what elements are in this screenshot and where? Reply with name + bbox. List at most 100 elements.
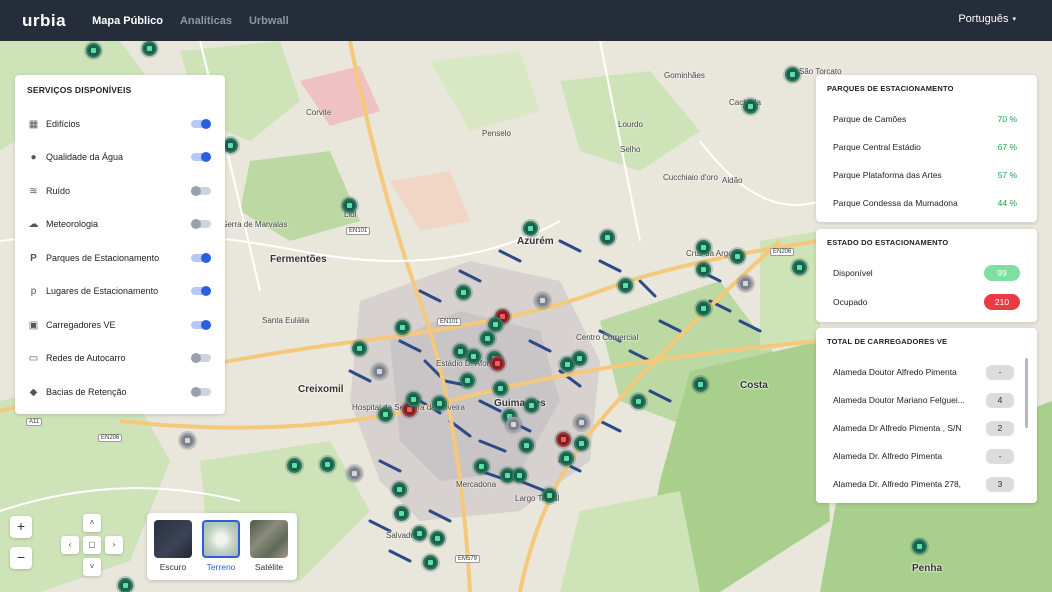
toggle-bacias[interactable] [191,387,211,397]
map-marker[interactable] [730,249,745,264]
service-row-edificios[interactable]: ▦ Edifícios [15,114,225,134]
charger-name: Alameda Doutor Mariano Felguei... [833,395,965,405]
basin-icon: ◆ [29,386,38,398]
service-row-agua[interactable]: ● Qualidade da Água [15,147,225,167]
status-title: ESTADO DO ESTACIONAMENTO [827,238,949,247]
map-marker[interactable] [347,466,362,481]
parking-row[interactable]: Parque Central Estádio 67 % [816,138,1037,156]
map-marker[interactable] [600,230,615,245]
map-marker[interactable] [342,198,357,213]
service-row-meteorologia[interactable]: ☁ Meteorologia [15,214,225,234]
urbia-logo[interactable]: urbia [22,11,66,31]
toggle-lugares[interactable] [191,286,211,296]
map-marker[interactable] [423,555,438,570]
map-marker[interactable] [618,278,633,293]
map-marker[interactable] [535,293,550,308]
pan-down-button[interactable]: ˅ [83,558,101,576]
map-marker[interactable] [466,349,481,364]
map-marker[interactable] [412,526,427,541]
map-marker[interactable] [512,468,527,483]
map-marker[interactable] [395,320,410,335]
charger-row[interactable]: Alameda Doutor Alfredo Pimenta - [816,363,1037,381]
map-marker[interactable] [142,41,157,56]
map-marker[interactable] [743,99,758,114]
layer-option-satelite[interactable]: Satélite [249,520,289,572]
parking-row[interactable]: Parque Condessa da Mumadona 44 % [816,194,1037,212]
zoom-in-button[interactable]: + [10,516,32,538]
parking-row[interactable]: Parque de Camões 70 % [816,110,1037,128]
map-marker[interactable] [506,417,521,432]
map-marker[interactable] [792,260,807,275]
map-marker[interactable] [372,364,387,379]
map-marker[interactable] [738,276,753,291]
map-marker[interactable] [86,43,101,58]
service-row-bacias[interactable]: ◆ Bacias de Retenção [15,382,225,402]
nav-analiticas[interactable]: Analíticas [180,15,232,27]
map-marker[interactable] [180,433,195,448]
status-row-ocupado: Ocupado 210 [816,293,1037,311]
parking-row[interactable]: Parque Plataforma das Artes 57 % [816,166,1037,184]
language-selector[interactable]: Português ▾ [958,13,1016,25]
service-row-autocarro[interactable]: ▭ Redes de Autocarro [15,348,225,368]
map-marker[interactable] [118,578,133,592]
service-row-ruido[interactable]: ≋ Ruído [15,181,225,201]
map-marker[interactable] [392,482,407,497]
map-marker[interactable] [696,240,711,255]
layer-option-terreno[interactable]: Terreno [201,520,241,572]
pan-left-button[interactable]: ‹ [61,536,79,554]
chargers-scrollbar[interactable] [1025,358,1028,428]
map-marker[interactable] [912,539,927,554]
map-marker[interactable] [320,457,335,472]
map-marker[interactable] [631,394,646,409]
map-marker[interactable] [519,438,534,453]
map-marker[interactable] [394,506,409,521]
nav-mapa-publico[interactable]: Mapa Público [92,15,163,27]
map-marker[interactable] [488,317,503,332]
layer-option-escuro[interactable]: Escuro [153,520,193,572]
service-row-lugares[interactable]: p Lugares de Estacionamento [15,281,225,301]
zoom-out-button[interactable]: − [10,547,32,569]
map-marker[interactable] [223,138,238,153]
map-marker[interactable] [574,436,589,451]
map-marker[interactable] [456,285,471,300]
map-marker[interactable] [493,381,508,396]
nav-urbwall[interactable]: Urbwall [249,15,289,27]
map-marker[interactable] [406,392,421,407]
map-marker[interactable] [785,67,800,82]
map-marker[interactable] [287,458,302,473]
pan-up-button[interactable]: ˄ [83,514,101,532]
toggle-carregadores[interactable] [191,320,211,330]
map-marker[interactable] [523,221,538,236]
map-marker[interactable] [574,415,589,430]
toggle-parques[interactable] [191,253,211,263]
map-marker[interactable] [693,377,708,392]
map-marker[interactable] [474,459,489,474]
map-marker[interactable] [696,301,711,316]
map-marker[interactable] [560,357,575,372]
toggle-ruido[interactable] [191,186,211,196]
recenter-map-icon[interactable]: ▢ [83,536,101,554]
map-marker[interactable] [556,432,571,447]
map-marker[interactable] [524,398,539,413]
charger-row[interactable]: Alameda Dr. Alfredo Pimenta 278, 3 [816,475,1037,493]
map-marker[interactable] [490,356,505,371]
map-marker[interactable] [542,488,557,503]
toggle-agua[interactable] [191,152,211,162]
service-row-carregadores[interactable]: ▣ Carregadores VE [15,315,225,335]
map-marker[interactable] [352,341,367,356]
map-marker[interactable] [480,331,495,346]
pan-right-button[interactable]: › [105,536,123,554]
toggle-meteorologia[interactable] [191,219,211,229]
map-marker[interactable] [378,407,393,422]
map-marker[interactable] [559,451,574,466]
map-marker[interactable] [432,396,447,411]
charger-row[interactable]: Alameda Dr Alfredo Pimenta , S/N 2 [816,419,1037,437]
service-row-parques[interactable]: P Parques de Estacionamento [15,248,225,268]
map-marker[interactable] [430,531,445,546]
map-marker[interactable] [696,262,711,277]
toggle-autocarro[interactable] [191,353,211,363]
charger-row[interactable]: Alameda Doutor Mariano Felguei... 4 [816,391,1037,409]
charger-row[interactable]: Alameda Dr. Alfredo Pimenta - [816,447,1037,465]
map-marker[interactable] [460,373,475,388]
toggle-edificios[interactable] [191,119,211,129]
